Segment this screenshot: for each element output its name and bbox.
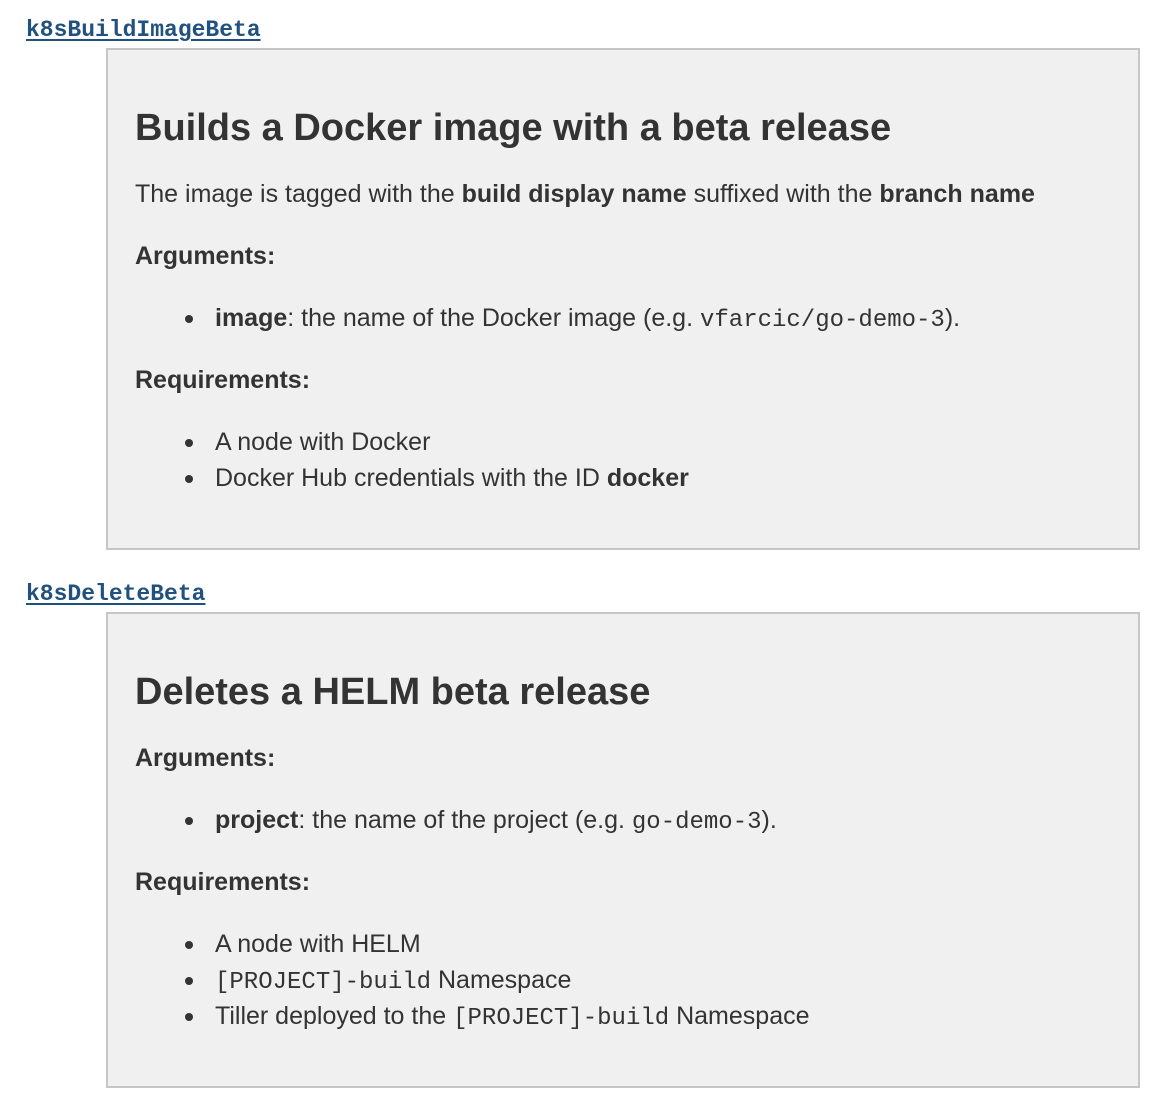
step-doc-box-delete-beta: Deletes a HELM beta release Arguments: p… xyxy=(106,612,1140,1088)
requirement-item: A node with Docker xyxy=(215,428,431,456)
bullet-icon xyxy=(185,977,193,985)
step-doc-box-build-image: Builds a Docker image with a beta releas… xyxy=(106,48,1140,550)
bullet-icon xyxy=(185,1013,193,1021)
requirement-item: A node with HELM xyxy=(215,930,421,958)
step-description: The image is tagged with the build displ… xyxy=(135,180,1035,208)
step-title: Deletes a HELM beta release xyxy=(135,671,651,713)
argument-item-project: project: the name of the project (e.g. g… xyxy=(215,806,777,836)
bullet-icon xyxy=(185,817,193,825)
requirement-item: Tiller deployed to the [PROJECT]-build N… xyxy=(215,1002,810,1032)
step-title: Builds a Docker image with a beta releas… xyxy=(135,107,892,149)
bullet-icon xyxy=(185,315,193,323)
arguments-heading: Arguments: xyxy=(135,242,276,270)
argument-item-image: image: the name of the Docker image (e.g… xyxy=(215,304,961,334)
requirements-heading: Requirements: xyxy=(135,366,311,394)
requirement-item: [PROJECT]-build Namespace xyxy=(215,966,572,996)
requirement-item: Docker Hub credentials with the ID docke… xyxy=(215,464,689,492)
step-link-k8sDeleteBeta[interactable]: k8sDeleteBeta xyxy=(26,580,205,608)
bullet-icon xyxy=(185,439,193,447)
bullet-icon xyxy=(185,941,193,949)
bullet-icon xyxy=(185,475,193,483)
arguments-heading: Arguments: xyxy=(135,744,276,772)
requirements-heading: Requirements: xyxy=(135,868,311,896)
step-link-k8sBuildImageBeta[interactable]: k8sBuildImageBeta xyxy=(26,16,261,44)
